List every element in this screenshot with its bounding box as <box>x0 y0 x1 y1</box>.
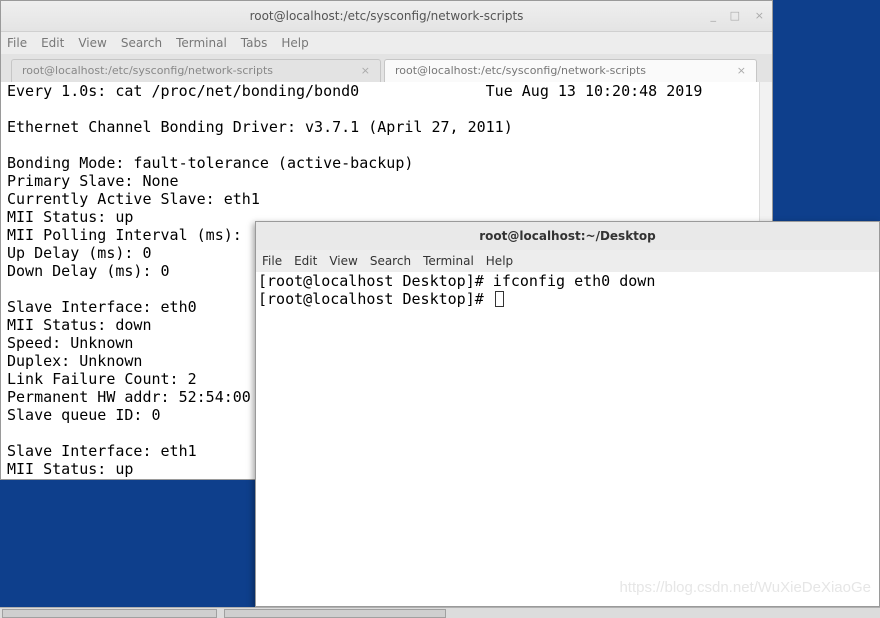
tab-label: root@localhost:/etc/sysconfig/network-sc… <box>22 64 274 77</box>
terminal-window-front[interactable]: root@localhost:~/Desktop File Edit View … <box>255 221 880 607</box>
terminal-line: [root@localhost Desktop]# ifconfig eth0 … <box>258 272 656 290</box>
title-bar[interactable]: root@localhost:/etc/sysconfig/network-sc… <box>1 1 772 32</box>
tab-2[interactable]: root@localhost:/etc/sysconfig/network-sc… <box>384 59 757 82</box>
menu-search[interactable]: Search <box>121 36 162 50</box>
menu-tabs[interactable]: Tabs <box>241 36 268 50</box>
menu-terminal[interactable]: Terminal <box>176 36 227 50</box>
menu-file[interactable]: File <box>262 254 282 268</box>
title-bar[interactable]: root@localhost:~/Desktop <box>256 222 879 250</box>
menu-edit[interactable]: Edit <box>41 36 64 50</box>
menu-view[interactable]: View <box>78 36 106 50</box>
terminal-line: Currently Active Slave: eth1 <box>7 190 260 208</box>
menu-help[interactable]: Help <box>281 36 308 50</box>
tab-label: root@localhost:/etc/sysconfig/network-sc… <box>395 64 647 77</box>
menu-help[interactable]: Help <box>486 254 513 268</box>
menu-file[interactable]: File <box>7 36 27 50</box>
close-tab-icon[interactable]: × <box>737 60 746 82</box>
terminal-line: Bonding Mode: fault-tolerance (active-ba… <box>7 154 414 172</box>
maximize-icon[interactable]: □ <box>730 1 740 31</box>
terminal-line: Ethernet Channel Bonding Driver: v3.7.1 … <box>7 118 513 136</box>
menu-view[interactable]: View <box>329 254 357 268</box>
close-icon[interactable]: × <box>755 1 764 31</box>
window-title: root@localhost:~/Desktop <box>479 229 656 243</box>
menu-edit[interactable]: Edit <box>294 254 317 268</box>
menu-bar: File Edit View Search Terminal Help <box>256 250 879 272</box>
menu-terminal[interactable]: Terminal <box>423 254 474 268</box>
minimize-icon[interactable]: _ <box>711 1 717 31</box>
terminal-output[interactable]: [root@localhost Desktop]# ifconfig eth0 … <box>256 272 879 606</box>
watermark: https://blog.csdn.net/WuXieDeXiaoGe <box>619 579 871 596</box>
taskbar <box>0 607 880 618</box>
terminal-prompt: [root@localhost Desktop]# <box>258 290 493 308</box>
window-title: root@localhost:/etc/sysconfig/network-sc… <box>249 9 524 23</box>
terminal-prompt-line[interactable]: [root@localhost Desktop]# <box>258 290 879 308</box>
terminal-line: Every 1.0s: cat /proc/net/bonding/bond0 … <box>7 82 703 100</box>
tab-bar: root@localhost:/etc/sysconfig/network-sc… <box>1 54 772 83</box>
tab-1[interactable]: root@localhost:/etc/sysconfig/network-sc… <box>11 59 381 82</box>
text-cursor <box>494 291 504 307</box>
close-tab-icon[interactable]: × <box>361 60 370 82</box>
menu-bar: File Edit View Search Terminal Tabs Help <box>1 32 772 54</box>
terminal-line: Primary Slave: None <box>7 172 179 190</box>
menu-search[interactable]: Search <box>370 254 411 268</box>
